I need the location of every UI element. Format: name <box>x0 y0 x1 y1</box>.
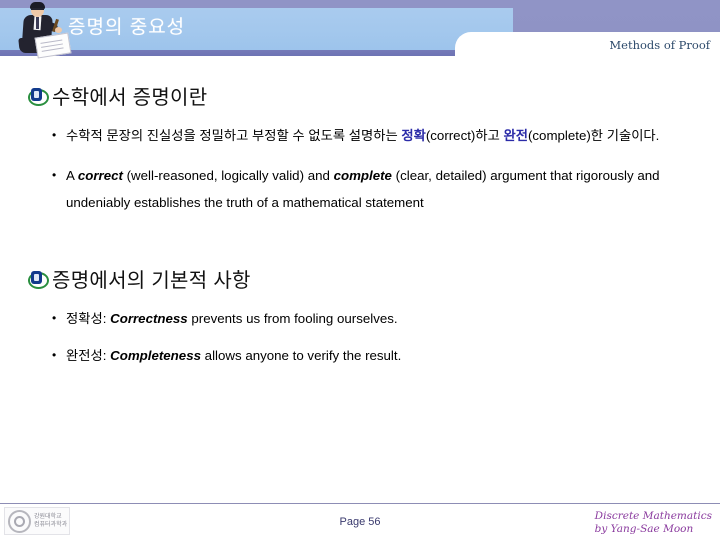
globe-bullet-icon <box>28 87 49 106</box>
section-fundamentals: 증명에서의 기본적 사항 정확성: Correctness prevents u… <box>28 264 700 379</box>
list-item: 완전성: Completeness allows anyone to verif… <box>28 342 700 369</box>
slide-title: 증명의 중요성 <box>68 17 186 38</box>
bullet-list: 정확성: Correctness prevents us from foolin… <box>28 305 700 369</box>
list-item: 정확성: Correctness prevents us from foolin… <box>28 305 700 332</box>
credit-line-1: Discrete Mathematics <box>594 510 712 522</box>
slide-content: 수학에서 증명이란 수학적 문장의 진실성을 정밀하고 부정할 수 없도록 설명… <box>0 56 720 496</box>
footer-credit: Discrete Mathematics by Yang-Sae Moon <box>595 510 712 536</box>
section-title: 증명에서의 기본적 사항 <box>52 270 251 292</box>
slide-header: 증명의 중요성 Methods of Proof <box>0 0 720 59</box>
section-heading: 수학에서 증명이란 <box>28 81 700 110</box>
section-title: 수학에서 증명이란 <box>52 87 208 109</box>
list-item: 수학적 문장의 진실성을 정밀하고 부정할 수 없도록 설명하는 정확(corr… <box>28 122 700 149</box>
slide-footer: 강원대학교 컴퓨터과학과 Page 56 Discrete Mathematic… <box>0 504 720 540</box>
section-definition: 수학에서 증명이란 수학적 문장의 진실성을 정밀하고 부정할 수 없도록 설명… <box>28 81 700 229</box>
bullet-list: 수학적 문장의 진실성을 정밀하고 부정할 수 없도록 설명하는 정확(corr… <box>28 122 700 216</box>
globe-bullet-icon <box>28 270 49 289</box>
list-item: A correct (well-reasoned, logically vali… <box>28 162 700 216</box>
person-writing-illustration <box>14 2 72 59</box>
credit-line-2: by Yang-Sae Moon <box>594 523 694 535</box>
slide-subtitle: Methods of Proof <box>609 38 710 52</box>
section-heading: 증명에서의 기본적 사항 <box>28 264 700 293</box>
